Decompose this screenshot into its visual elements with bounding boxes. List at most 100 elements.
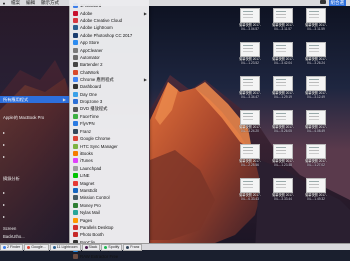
apple-icon[interactable]: ● [0,1,8,6]
app-menu-item[interactable]: App Store [70,39,149,46]
menu-item[interactable]: ▸ [3,142,5,147]
desktop-file-icon[interactable]: 螢幕快照 2017- 04-...1.27.02 [298,144,334,167]
app-menu-item[interactable]: Day One [70,91,149,98]
menu-item[interactable]: ▸ [3,214,5,219]
app-icon [73,25,78,31]
desktop-file-icon[interactable]: 螢幕快照 2017- 04-...1.49.32 [298,178,334,201]
app-menu-item[interactable]: HTC Sync Manager [70,142,149,149]
app-menu-item[interactable]: RAW Extractor Free [70,253,149,260]
app-menu-item[interactable]: AppCleaner [70,46,149,53]
desktop-file-icon[interactable]: 螢幕快照 2017- 04-...3.42.04 [265,42,301,65]
menu-file[interactable]: 檔案 [8,0,23,6]
app-menu-item[interactable]: Dropzone 3 [70,98,149,105]
file-name-line2: 04-...1.23.48 [274,162,292,167]
app-menu-item[interactable]: Mission Control [70,194,149,201]
desktop-file-icon[interactable]: 螢幕快照 2017- 04-...3.11.59 [298,8,334,31]
app-menu-item[interactable]: LINE [70,172,149,179]
desktop-file-icon[interactable]: 螢幕快照 2017- 04-...1.29.19 [265,76,301,99]
desktop-file-icon[interactable]: 螢幕快照 2017- 04-...3.11.57 [265,8,301,31]
app-menu-item[interactable]: Adobe ▶ [70,9,149,16]
menu-item[interactable]: ▸ [3,190,5,195]
app-menu-item[interactable]: Parallels Desktop [70,224,149,231]
menu-item-summary[interactable]: 摘錄分析 [3,176,20,182]
app-menu-item[interactable]: Franz [70,128,149,135]
desktop-file-icon[interactable]: 螢幕快照 2017- 04-...1.23.52 [232,42,268,65]
app-icon [73,202,78,208]
app-menu-item-label: LINE [80,173,90,179]
menu-item[interactable]: ▸ [3,202,5,207]
menu-view[interactable]: 顯示方式 [38,0,62,6]
app-icon [73,165,78,171]
file-name-line2: 04-...3.12.49 [307,94,325,99]
app-menu-item[interactable]: iBooks [70,150,149,157]
app-menu-item[interactable]: ChatWork [70,69,149,76]
app-icon [73,254,78,260]
app-menu-item[interactable]: Photo Booth [70,231,149,238]
app-menu-item[interactable]: Pages [70,216,149,223]
desktop-file-icon[interactable]: 螢幕快照 2017- 04-...3.24.20 [232,110,268,133]
menu-edit[interactable]: 編輯 [23,0,38,6]
app-icon [73,99,78,105]
app-menu-item[interactable]: FlyVPN [70,120,149,127]
file-name-line2: 04-...2.25.56 [241,162,259,167]
apps-submenu: 1PasswordAdobe▶Adobe Creative CloudAdobe… [69,0,149,260]
menu-item[interactable]: ▸ [3,130,5,135]
app-menu-item[interactable]: Chrome 應用程式 ▶ [70,76,149,83]
app-icon [73,121,78,127]
screenshot-thumbnail [306,178,326,193]
app-menu-item[interactable]: Adobe Lightroom [70,24,149,31]
taskbar-button-label: Slack [88,245,98,249]
app-menu-item[interactable]: Automator [70,54,149,61]
app-menu-item[interactable]: Launchpad [70,165,149,172]
selection-text: 組合選 [328,0,346,6]
taskbar-button[interactable]: 11 Lightroom [49,243,81,251]
app-menu-item[interactable]: Adobe Creative Cloud [70,17,149,24]
desktop-file-icon[interactable]: 螢幕快照 2017- 04-...4.08.49 [298,110,334,133]
screenshot-thumbnail [306,76,326,91]
menu-item[interactable]: ▸ [3,154,5,159]
desktop-file-icon[interactable]: 螢幕快照 2017- 04-...3.26.24 [298,42,334,65]
start-menu: 所有應用程式 ▶ Apple的 MacBook Pro ▸ ▸ ▸ 摘錄分析 ▸… [0,6,69,244]
taskbar-button[interactable]: Spotify [101,243,123,251]
app-menu-item[interactable]: FaceTime [70,113,149,120]
app-menu-item-label: Launchpad [80,165,102,171]
screenshot-thumbnail [273,110,293,125]
desktop-file-icon[interactable]: 螢幕快照 2017- 04-...1.23.48 [265,144,301,167]
app-menu-item[interactable]: Dashboard [70,83,149,90]
file-name-line2: 04-...1.29.19 [274,94,292,99]
app-menu-item-label: MarsEdit [80,187,97,193]
menu-item-backup[interactable]: BackUtho... [3,234,25,239]
app-menu-item[interactable]: MarsEdit [70,187,149,194]
desktop-file-icon[interactable]: 螢幕快照 2017- 04-...3.34.47 [232,76,268,99]
app-menu-item[interactable]: Magnet [70,179,149,186]
app-menu-item[interactable]: Adobe Photoshop CC 2017 [70,32,149,39]
taskbar-button[interactable]: Google... [24,243,49,251]
desktop-file-icon[interactable]: 螢幕快照 2017- 04-...2.25.56 [232,144,268,167]
app-icon [73,32,78,38]
desktop-file-icon[interactable]: 螢幕快照 2017- 04-...3.04.57 [232,8,268,31]
file-name-line2: 04-...3.11.57 [274,26,292,31]
app-menu-item[interactable]: iTunes [70,157,149,164]
taskbar-button[interactable]: Slack [81,243,101,251]
desktop-file-icon[interactable]: 螢幕快照 2017- 04-...5.26.05 [265,110,301,133]
menu-item-computer[interactable]: Apple的 MacBook Pro [3,115,44,121]
chevron-right-icon: ▶ [62,97,66,102]
desktop-file-icon[interactable]: 螢幕快照 2017- 04-...3.33.44 [265,178,301,201]
screenshot-thumbnail [240,178,260,193]
file-name-line2: 04-...6.33.43 [241,196,259,201]
app-menu-item-label: Nylas Mail [80,210,100,216]
app-menu-item[interactable]: DVD 播放程式 [70,105,149,112]
menu-item-all-apps[interactable]: 所有應用程式 ▶ [0,96,69,103]
menu-item-screen[interactable]: Screen [3,226,16,231]
taskbar-button[interactable]: 2 Finder [0,243,24,251]
desktop-file-icon[interactable]: 螢幕快照 2017- 04-...6.33.43 [232,178,268,201]
taskbar-button[interactable]: Franz [123,243,143,251]
app-menu-item[interactable]: Bartender 2 [70,61,149,68]
status-icon[interactable] [319,0,326,4]
app-menu-item[interactable]: Nylas Mail [70,209,149,216]
app-menu-item-label: Magnet [80,180,95,186]
menu-bar: ● 檔案 編輯 顯示方式 組合選 [0,0,350,6]
desktop-file-icon[interactable]: 螢幕快照 2017- 04-...3.12.49 [298,76,334,99]
app-menu-item[interactable]: Money Pro [70,202,149,209]
app-menu-item[interactable]: Google Chrome [70,135,149,142]
